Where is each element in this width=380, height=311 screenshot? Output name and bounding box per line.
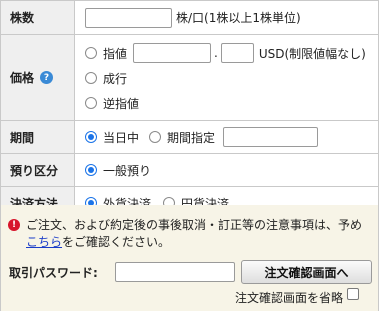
- today-radio[interactable]: [85, 131, 97, 143]
- general-deposit-label: 一般預り: [103, 163, 152, 178]
- stop-radio[interactable]: [85, 97, 97, 109]
- currency-note: USD(制限値幅なし): [258, 46, 366, 61]
- general-deposit-radio[interactable]: [85, 164, 97, 176]
- skip-confirm-checkbox[interactable]: [347, 288, 359, 300]
- term-row: 期間 当日中 期間指定: [0, 121, 379, 154]
- price-option-limit[interactable]: 指値 . USD(制限値幅なし): [85, 41, 378, 65]
- limit-radio[interactable]: [85, 47, 97, 59]
- notice-link[interactable]: こちら: [26, 235, 62, 249]
- password-input[interactable]: [115, 262, 235, 282]
- deposit-row: 預り区分 一般預り: [0, 154, 379, 187]
- stop-label: 逆指値: [103, 96, 140, 111]
- market-radio[interactable]: [85, 72, 97, 84]
- quantity-unit-note: 株/口(1株以上1株単位): [176, 11, 301, 25]
- decimal-point: .: [214, 46, 218, 60]
- period-label: 期間指定: [167, 130, 216, 145]
- quantity-label: 株数: [0, 1, 75, 34]
- order-form: 株数 株/口(1株以上1株単位) 価格 ? 指値 . USD(制限値幅なし) 成…: [0, 0, 379, 220]
- quantity-row: 株数 株/口(1株以上1株単位): [0, 1, 379, 35]
- price-row: 価格 ? 指値 . USD(制限値幅なし) 成行 逆指値: [0, 35, 379, 121]
- limit-price-decimal-input[interactable]: [220, 43, 254, 63]
- exclamation-icon: !: [8, 219, 20, 231]
- skip-confirm-label: 注文確認画面を省略: [235, 291, 344, 305]
- price-option-stop[interactable]: 逆指値: [85, 91, 378, 115]
- limit-label: 指値: [103, 46, 128, 61]
- question-icon[interactable]: ?: [40, 71, 54, 84]
- price-option-market[interactable]: 成行: [85, 65, 378, 91]
- confirm-order-button[interactable]: 注文確認画面へ: [241, 260, 372, 284]
- today-label: 当日中: [103, 130, 140, 145]
- period-date-input[interactable]: [223, 127, 319, 147]
- period-radio[interactable]: [149, 131, 162, 143]
- price-label-cell: 価格 ?: [0, 35, 75, 120]
- limit-price-integer-input[interactable]: [133, 43, 212, 63]
- market-label: 成行: [103, 71, 128, 86]
- password-label: 取引パスワード:: [9, 266, 98, 280]
- price-label: 価格: [10, 71, 35, 85]
- notice-text: ご注文、および約定後の事後取消・訂正等の注意事項は、予めこちらをご確認ください。: [26, 218, 363, 249]
- deposit-label: 預り区分: [0, 154, 75, 186]
- term-label: 期間: [0, 121, 75, 153]
- quantity-input[interactable]: [85, 7, 172, 28]
